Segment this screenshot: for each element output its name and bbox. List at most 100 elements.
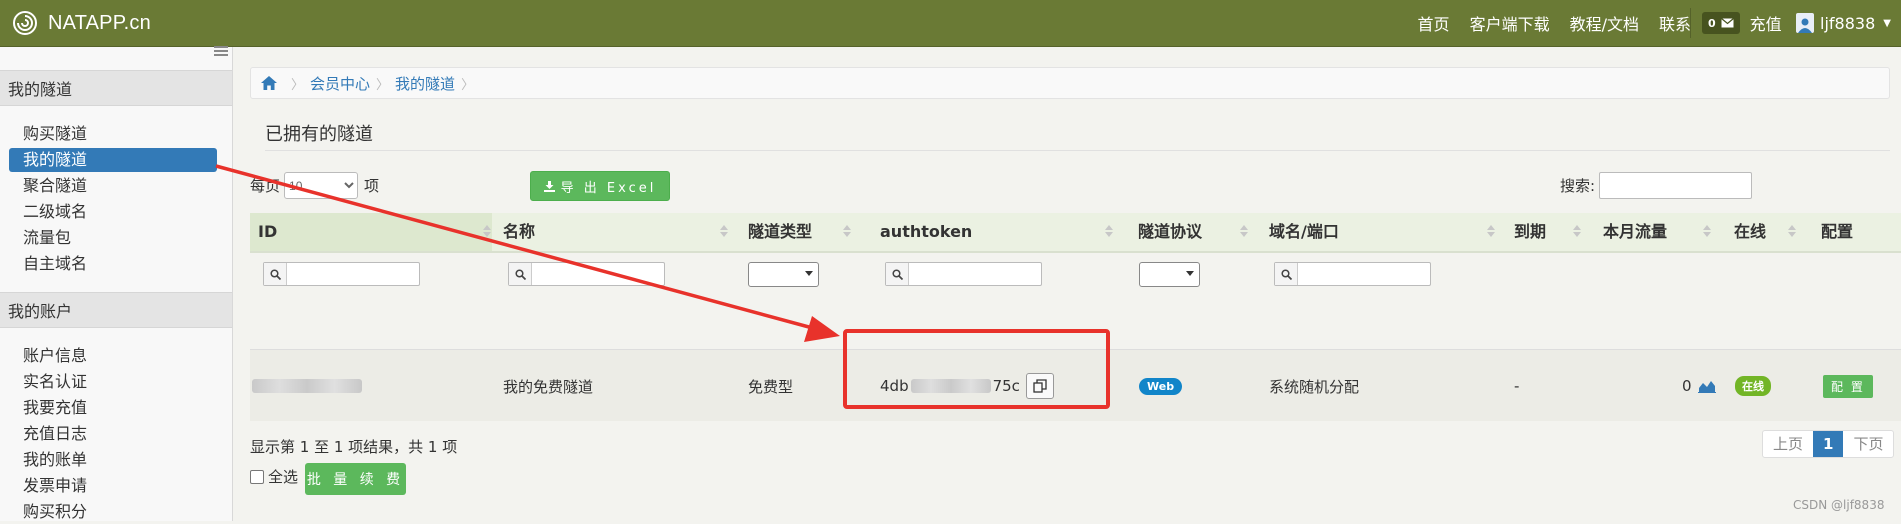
home-icon[interactable] (261, 76, 277, 90)
nav-divider (1690, 8, 1691, 38)
export-excel-label: 导 出 Excel (560, 180, 657, 196)
authtoken-filter-input[interactable] (885, 262, 1042, 286)
search-icon (886, 263, 909, 285)
per-page-suffix: 项 (364, 177, 380, 195)
column-header-protocol[interactable]: 隧道协议 (1138, 213, 1202, 251)
page-length-control: 每页 10 项 (250, 172, 379, 199)
column-header-label: 在线 (1734, 222, 1767, 241)
main-nav: 首页 客户端下载 教程/文档 联系 (1398, 0, 1691, 46)
column-header-name[interactable]: 名称 (503, 213, 535, 251)
recharge-link[interactable]: 0 充值 (1702, 0, 1782, 46)
sidebar-item-subdomain[interactable]: 二级域名 (9, 200, 217, 224)
column-header-config: 配置 (1821, 213, 1853, 251)
sidebar: 我的隧道 购买隧道 我的隧道 聚合隧道 二级域名 流量包 自主域名 我的账户 账… (0, 46, 233, 524)
search-input[interactable] (1599, 172, 1753, 199)
row-id (252, 350, 362, 422)
select-all[interactable]: 全选 (250, 466, 298, 487)
caret-down-icon: ▼ (1883, 17, 1891, 29)
chevron-down-icon (1186, 271, 1194, 276)
nav-tutorial-docs[interactable]: 教程/文档 (1570, 11, 1639, 35)
sort-indicator-icon (1487, 213, 1497, 251)
envelope-icon (1720, 18, 1734, 28)
type-filter-select[interactable] (748, 262, 819, 287)
domain-filter-input[interactable] (1274, 262, 1431, 286)
sidebar-item-custom-domain[interactable]: 自主域名 (9, 252, 217, 276)
column-header-type[interactable]: 隧道类型 (748, 213, 812, 251)
prev-page-button[interactable]: 上页 (1763, 431, 1813, 457)
per-page-prefix: 每页 (250, 177, 281, 195)
message-badge[interactable]: 0 (1702, 12, 1740, 34)
natapp-logo-icon (12, 10, 38, 36)
search-icon (1275, 263, 1298, 285)
column-header-expire[interactable]: 到期 (1514, 213, 1546, 251)
column-header-online[interactable]: 在线 (1734, 213, 1766, 251)
sidebar-item-real-name[interactable]: 实名认证 (9, 370, 217, 394)
sidebar-item-bills[interactable]: 我的账单 (9, 448, 217, 472)
sidebar-section-tunnels[interactable]: 我的隧道 (0, 70, 232, 106)
config-button[interactable]: 配 置 (1823, 374, 1873, 398)
name-filter-input[interactable] (508, 262, 665, 286)
nav-client-download[interactable]: 客户端下载 (1470, 11, 1550, 35)
select-all-checkbox[interactable] (250, 469, 264, 484)
current-page-button[interactable]: 1 (1813, 431, 1844, 457)
sidebar-item-aggregate-tunnel[interactable]: 聚合隧道 (9, 174, 217, 198)
sidebar-item-buy-points[interactable]: 购买积分 (9, 500, 217, 524)
next-page-button[interactable]: 下页 (1843, 431, 1893, 457)
column-header-label: 隧道类型 (748, 222, 813, 241)
annotation-highlight-box (843, 329, 1110, 409)
sidebar-collapse-icon[interactable] (214, 46, 228, 56)
sidebar-section-account[interactable]: 我的账户 (0, 292, 232, 328)
batch-renew-button[interactable]: 批 量 续 费 (305, 463, 406, 495)
nav-home[interactable]: 首页 (1418, 11, 1450, 35)
title-divider (265, 150, 1890, 151)
column-header-domain-port[interactable]: 域名/端口 (1269, 213, 1339, 251)
column-header-authtoken[interactable]: authtoken (880, 213, 972, 251)
sort-indicator-icon (1703, 213, 1713, 251)
user-icon (1796, 13, 1814, 33)
sorted-column-highlight (250, 213, 492, 251)
breadcrumb-my-tunnels[interactable]: 我的隧道 (395, 73, 455, 94)
user-menu[interactable]: ljf8838 ▼ (1796, 0, 1891, 46)
export-excel-button[interactable]: 导 出 Excel (530, 171, 670, 201)
breadcrumb-member-center[interactable]: 会员中心 (310, 73, 370, 94)
sidebar-item-account-info[interactable]: 账户信息 (9, 344, 217, 368)
per-page-select[interactable]: 10 (284, 172, 359, 199)
column-header-label: ID (258, 222, 278, 241)
sidebar-item-invoice[interactable]: 发票申请 (9, 474, 217, 498)
sidebar-item-recharge-log[interactable]: 充值日志 (9, 422, 217, 446)
protocol-filter-select[interactable] (1139, 262, 1200, 287)
table-header: ID 名称 隧道类型 authtoken 隧道协议 域名/端口 到期 本月流量 … (250, 213, 1901, 253)
column-header-id[interactable]: ID (258, 213, 277, 251)
protocol-badge: Web (1139, 377, 1183, 395)
pagination: 上页 1 下页 (1762, 430, 1895, 458)
column-header-traffic[interactable]: 本月流量 (1603, 213, 1667, 251)
search-label: 搜索: (1560, 177, 1596, 195)
row-online: 在线 (1735, 350, 1771, 422)
nav-contact[interactable]: 联系 (1659, 11, 1691, 35)
username: ljf8838 (1820, 13, 1876, 33)
sidebar-item-my-tunnels[interactable]: 我的隧道 (9, 148, 217, 172)
row-domain: 系统随机分配 (1269, 377, 1360, 396)
traffic-value: 0 (1682, 377, 1692, 395)
sort-indicator-icon (1240, 213, 1250, 251)
sort-indicator-icon (1788, 213, 1798, 251)
column-header-label: authtoken (880, 222, 973, 241)
sidebar-item-traffic-pack[interactable]: 流量包 (9, 226, 217, 250)
breadcrumb-separator: 〉 (461, 77, 475, 93)
column-header-label: 隧道协议 (1138, 222, 1203, 241)
search-icon (509, 263, 532, 285)
sidebar-item-recharge[interactable]: 我要充值 (9, 396, 217, 420)
brand-name: NATAPP.cn (48, 11, 151, 34)
column-header-label: 名称 (503, 222, 536, 241)
search-control: 搜索: (1560, 172, 1753, 199)
column-header-label: 配置 (1821, 222, 1854, 241)
brand[interactable]: NATAPP.cn (12, 0, 151, 46)
area-chart-icon[interactable] (1697, 379, 1716, 393)
watermark: CSDN @ljf8838 (1793, 498, 1885, 512)
id-filter-input[interactable] (263, 262, 420, 286)
sidebar-item-buy-tunnel[interactable]: 购买隧道 (9, 122, 217, 146)
top-navbar: NATAPP.cn 首页 客户端下载 教程/文档 联系 0 充值 ljf8838… (0, 0, 1901, 47)
online-status-badge: 在线 (1735, 376, 1771, 396)
message-count: 0 (1708, 16, 1716, 30)
row-protocol: Web (1139, 350, 1183, 422)
